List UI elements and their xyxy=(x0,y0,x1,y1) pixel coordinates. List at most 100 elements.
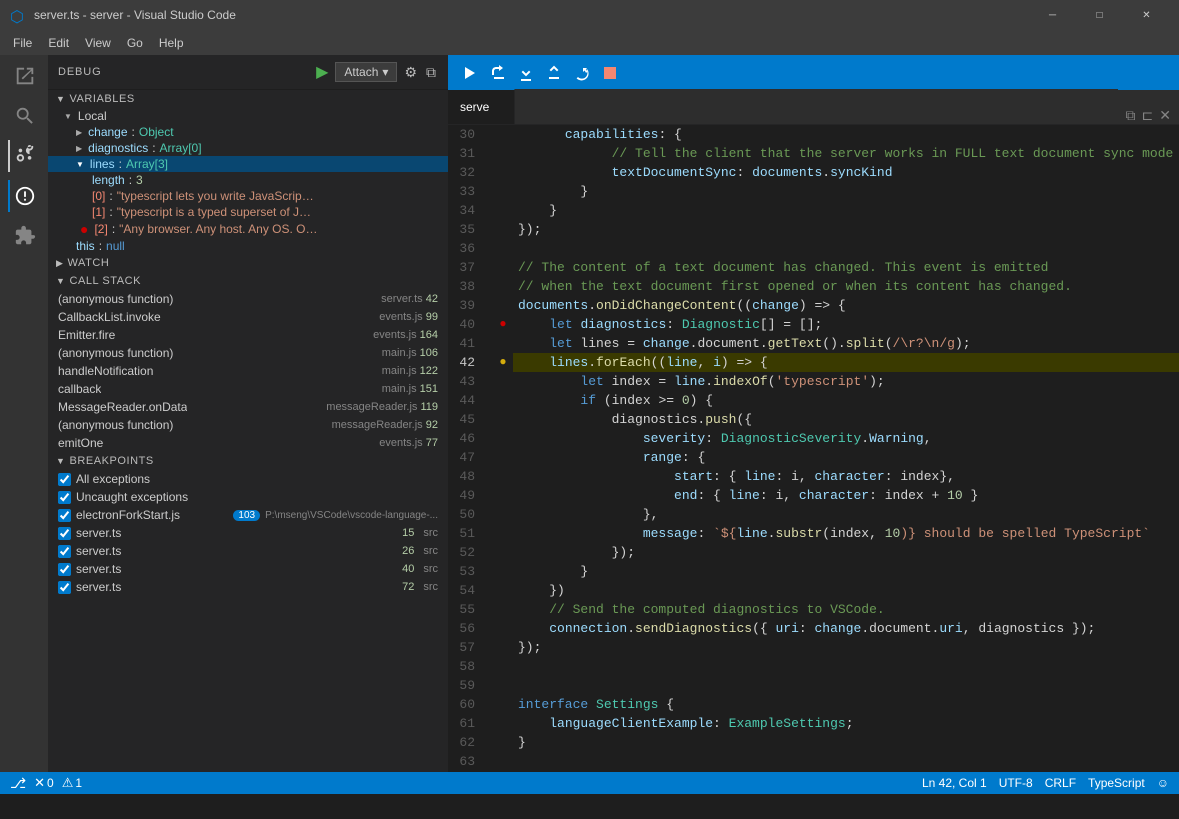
var-lines-type: Array[3] xyxy=(126,157,168,171)
minimize-icon: ─ xyxy=(1049,10,1056,21)
var-lines-0[interactable]: [0] : "typescript lets you write JavaScr… xyxy=(48,188,448,204)
bp-server-26-checkbox[interactable] xyxy=(58,545,71,558)
debug-stop-button[interactable] xyxy=(598,61,622,85)
menu-go[interactable]: Go xyxy=(119,34,151,52)
line-num-43: 43 xyxy=(448,372,483,391)
menu-view[interactable]: View xyxy=(77,34,119,52)
tab-server-ts[interactable]: serve xyxy=(448,89,515,124)
bp-server-15[interactable]: server.ts 15 src xyxy=(48,524,448,542)
gutter-48 xyxy=(493,467,513,486)
code-content[interactable]: capabilities: { // Tell the client that … xyxy=(513,125,1179,772)
var-diagnostics[interactable]: ▶ diagnostics : Array[0] xyxy=(48,140,448,156)
line-num-30: 30 xyxy=(448,125,483,144)
split-view-button[interactable]: ⧉ xyxy=(1126,107,1136,124)
debug-continue-button[interactable] xyxy=(458,61,482,85)
cs-line-5: 151 xyxy=(420,383,438,395)
menu-help[interactable]: Help xyxy=(151,34,192,52)
local-group[interactable]: ▼ Local xyxy=(48,108,448,124)
gutter-60 xyxy=(493,695,513,714)
status-encoding[interactable]: UTF-8 xyxy=(999,776,1033,790)
status-position[interactable]: Ln 42, Col 1 xyxy=(922,776,987,790)
window-title: server.ts - server - Visual Studio Code xyxy=(34,8,1030,22)
menu-edit[interactable]: Edit xyxy=(40,34,77,52)
cs-line-7: 92 xyxy=(426,419,438,431)
menu-file[interactable]: File xyxy=(5,34,40,52)
status-errors[interactable]: ✕ 0 xyxy=(34,775,54,791)
bp-electron-fork[interactable]: electronForkStart.js 103 P:\mseng\VSCode… xyxy=(48,506,448,524)
var-length[interactable]: length : 3 xyxy=(48,172,448,188)
close-button[interactable]: ✕ xyxy=(1124,0,1169,30)
var-change[interactable]: ▶ change : Object xyxy=(48,124,448,140)
cs-line-6: 119 xyxy=(420,401,438,413)
debug-step-out-button[interactable] xyxy=(542,61,566,85)
debug-restart-button[interactable] xyxy=(570,61,594,85)
cs-item-1[interactable]: CallbackList.invoke events.js 99 xyxy=(48,308,448,326)
code-line-41: let lines = change.document.getText().sp… xyxy=(513,334,1179,353)
status-smiley[interactable]: ☺ xyxy=(1157,776,1169,790)
activity-debug[interactable] xyxy=(8,180,40,212)
gutter-51 xyxy=(493,524,513,543)
activity-source-control[interactable] xyxy=(8,140,40,172)
cs-item-4[interactable]: handleNotification main.js 122 xyxy=(48,362,448,380)
bp-server-40[interactable]: server.ts 40 src xyxy=(48,560,448,578)
var-lines[interactable]: ▼ lines : Array[3] xyxy=(48,156,448,172)
gutter-41 xyxy=(493,334,513,353)
bp-server-26[interactable]: server.ts 26 src xyxy=(48,542,448,560)
code-editor[interactable]: 3031323334353637383940414243444546474849… xyxy=(448,125,1179,772)
activity-extensions[interactable] xyxy=(8,220,40,252)
debug-step-over-button[interactable] xyxy=(486,61,510,85)
bp-all-exceptions-label: All exceptions xyxy=(76,472,438,486)
cs-item-5[interactable]: callback main.js 151 xyxy=(48,380,448,398)
cs-item-0[interactable]: (anonymous function) server.ts 42 xyxy=(48,290,448,308)
status-line-ending[interactable]: CRLF xyxy=(1045,776,1076,790)
editor-close-button[interactable]: ✕ xyxy=(1159,107,1171,124)
bp-server-72-checkbox[interactable] xyxy=(58,581,71,594)
cs-item-6[interactable]: MessageReader.onData messageReader.js 11… xyxy=(48,398,448,416)
bp-uncaught-exceptions[interactable]: Uncaught exceptions xyxy=(48,488,448,506)
status-language[interactable]: TypeScript xyxy=(1088,776,1145,790)
tab-area-empty xyxy=(515,89,1117,124)
activity-explorer[interactable] xyxy=(8,60,40,92)
bp-all-exceptions-checkbox[interactable] xyxy=(58,473,71,486)
cs-fn-6: MessageReader.onData xyxy=(58,400,187,414)
var-lines-2[interactable]: ● [2] : "Any browser. Any host. Any OS. … xyxy=(48,220,448,238)
editor-more-button[interactable]: ⊏ xyxy=(1142,107,1154,124)
bp-server-72[interactable]: server.ts 72 src xyxy=(48,578,448,596)
debug-step-into-button[interactable] xyxy=(514,61,538,85)
code-line-46: severity: DiagnosticSeverity.Warning, xyxy=(513,429,1179,448)
bp-server-15-checkbox[interactable] xyxy=(58,527,71,540)
variables-header[interactable]: ▼ VARIABLES xyxy=(48,90,448,108)
var-lines-1[interactable]: [1] : "typescript is a typed superset of… xyxy=(48,204,448,220)
gutter-39 xyxy=(493,296,513,315)
activity-search[interactable] xyxy=(8,100,40,132)
cs-item-8[interactable]: emitOne events.js 77 xyxy=(48,434,448,452)
cs-item-7[interactable]: (anonymous function) messageReader.js 92 xyxy=(48,416,448,434)
status-warnings[interactable]: ⚠ 1 xyxy=(62,775,82,791)
local-collapse-arrow: ▼ xyxy=(64,112,72,121)
code-line-57: }); xyxy=(513,638,1179,657)
bp-server-40-checkbox[interactable] xyxy=(58,563,71,576)
bp-all-exceptions[interactable]: All exceptions xyxy=(48,470,448,488)
cs-item-2[interactable]: Emitter.fire events.js 164 xyxy=(48,326,448,344)
bp-uncaught-exceptions-checkbox[interactable] xyxy=(58,491,71,504)
breakpoints-header[interactable]: ▼ BREAKPOINTS xyxy=(48,452,448,470)
maximize-button[interactable]: □ xyxy=(1077,0,1122,30)
play-button[interactable]: ▶ xyxy=(314,60,330,84)
watch-header[interactable]: ▶ WATCH xyxy=(48,254,448,272)
callstack-header[interactable]: ▼ CALL STACK xyxy=(48,272,448,290)
minimize-button[interactable]: ─ xyxy=(1030,0,1075,30)
cs-item-3[interactable]: (anonymous function) main.js 106 xyxy=(48,344,448,362)
var-this[interactable]: this : null xyxy=(48,238,448,254)
bp-electron-fork-checkbox[interactable] xyxy=(58,509,71,522)
cs-file-3: main.js xyxy=(382,347,417,359)
split-editor-icon[interactable]: ⧉ xyxy=(424,62,438,83)
bp-server-40-num: 40 xyxy=(402,563,414,575)
sidebar-scroll[interactable]: ▼ VARIABLES ▼ Local ▶ change : Object xyxy=(48,90,448,772)
line-num-34: 34 xyxy=(448,201,483,220)
gutter-35 xyxy=(493,220,513,239)
line-num-53: 53 xyxy=(448,562,483,581)
line-num-38: 38 xyxy=(448,277,483,296)
settings-icon[interactable]: ⚙ xyxy=(402,62,419,83)
line-num-32: 32 xyxy=(448,163,483,182)
attach-button[interactable]: Attach ▾ xyxy=(335,62,397,82)
